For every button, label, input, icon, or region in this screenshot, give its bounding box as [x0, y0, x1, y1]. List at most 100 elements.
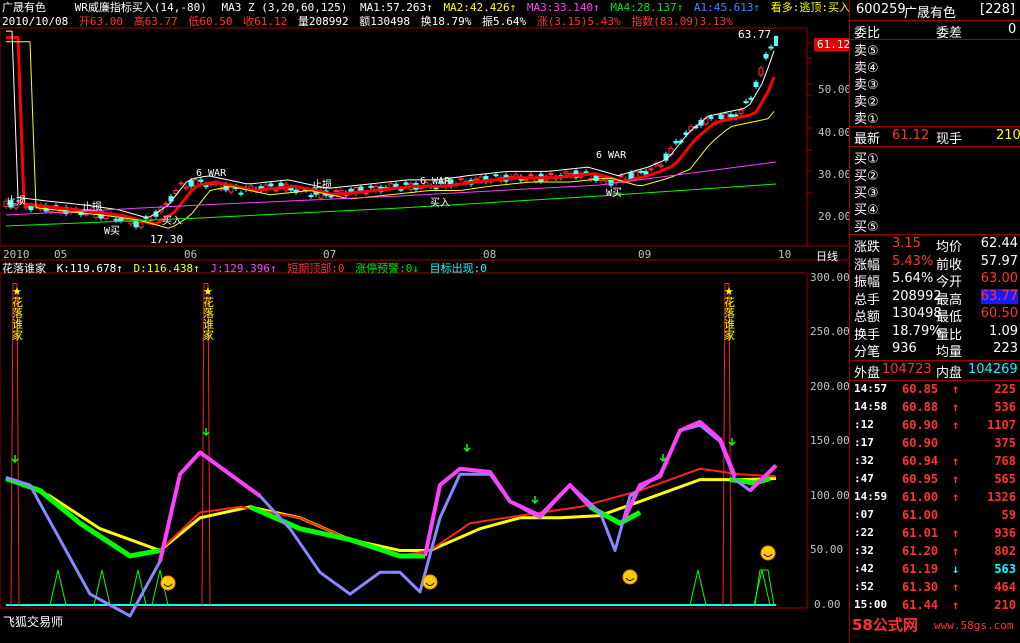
stop-loss-label: 止损: [312, 180, 332, 191]
k-value: K:119.678↑: [56, 262, 123, 275]
j-value: J:129.396↑: [210, 262, 277, 275]
d-value: D:116.438↑: [133, 262, 200, 275]
tick-volume: 802: [994, 544, 1016, 558]
candle-body: [643, 171, 649, 175]
candle-body: [368, 185, 374, 188]
tick-row: 15:00 61.44 ↑ 210: [852, 598, 1020, 615]
stat-value: 5.43%: [892, 253, 934, 269]
candle-body: [648, 168, 654, 171]
amount-value: 额130498: [359, 15, 410, 28]
stat-value: 223: [993, 341, 1018, 356]
high-value: 高63.77: [133, 15, 178, 28]
stat-label: 总额: [854, 310, 881, 325]
stat-label: 前收: [936, 257, 963, 273]
tick-row: :32 61.20 ↑ 802: [852, 544, 1020, 561]
tick-price: 61.00: [902, 490, 939, 504]
candle-body: [523, 179, 529, 182]
candle-body: [398, 188, 404, 191]
tick-direction-icon: ↑: [952, 418, 960, 432]
candle-body: [753, 81, 759, 87]
indicator-axis-label: 300.00: [810, 271, 850, 284]
month-label: 06: [184, 248, 198, 261]
now-label: 现手: [936, 132, 963, 147]
price-axis-label: 50.00: [818, 83, 852, 96]
tick-direction-icon: ↑: [952, 598, 960, 612]
candle-body: [738, 109, 744, 114]
candle-body: [328, 195, 334, 198]
buy-3-row: 买③: [852, 182, 1020, 201]
tick-direction-icon: ↑: [952, 580, 960, 594]
chart-canvas[interactable]: [0, 0, 848, 643]
stat-row: 换手 18.79% 量比 1.09: [852, 324, 1020, 343]
w-buy-label: W买: [104, 226, 121, 237]
candle-body: [188, 180, 194, 187]
software-label: 飞狐交易师: [3, 615, 64, 629]
sell-label: 卖①: [854, 112, 879, 127]
tick-volume: 565: [994, 472, 1016, 486]
tick-price: 60.90: [902, 436, 939, 450]
stat-label: 总手: [854, 292, 881, 308]
target-value: 目标出现:0: [429, 262, 487, 275]
signal-triangle: [753, 569, 771, 606]
latest-label: 最新: [854, 132, 881, 147]
tick-volume: 563: [994, 562, 1016, 576]
stat-row: 总额 130498 最低 60.50: [852, 306, 1020, 325]
tick-row: :22 61.01 ↑ 936: [852, 526, 1020, 543]
now-value: 210: [996, 128, 1020, 143]
candle-body: [113, 218, 119, 221]
tick-time: :42: [854, 562, 874, 575]
tick-price: 61.19: [902, 562, 939, 576]
stat-label: 分笔: [854, 345, 881, 360]
candle-body: [118, 218, 124, 222]
candle-body: [128, 221, 134, 225]
stat-value: 5.64%: [892, 271, 934, 286]
month-label: 07: [323, 248, 337, 261]
d-line: [5, 476, 777, 552]
candle-body: [138, 222, 144, 228]
tick-time: 14:58: [854, 400, 888, 413]
smiley-icon: [160, 575, 176, 591]
ma-params: MA3 Z (3,20,60,125): [221, 1, 348, 14]
watermark-url: www.58gs.com: [934, 619, 1014, 632]
stat-label: 今开: [936, 275, 963, 290]
sell-2-row: 卖②: [852, 91, 1020, 110]
indicator-axis-label: 100.00: [810, 489, 850, 502]
tick-row: :42 61.19 ↓ 563: [852, 562, 1020, 579]
candle-body: [338, 190, 344, 194]
stat-value: 60.50: [980, 306, 1018, 321]
tick-volume: 1326: [987, 490, 1016, 504]
indicator-axis-label: 200.00: [810, 380, 850, 393]
tick-price: 60.95: [902, 472, 939, 486]
buy-1-row: 买①: [852, 148, 1020, 167]
candle-body: [268, 183, 274, 187]
max-price-label: 63.77: [738, 28, 772, 41]
chart-area[interactable]: 广晟有色 WR威廉指标买入(14,-80) MA3 Z (3,20,60,125…: [0, 0, 890, 643]
tick-row: :07 61.00 59: [852, 508, 1020, 525]
price-info-line: 2010/10/08 开63.00 高63.77 低60.50 收61.12 量…: [2, 15, 733, 28]
stat-label: 最高: [936, 292, 963, 308]
tick-volume: 768: [994, 454, 1016, 468]
candle-body: [183, 186, 189, 189]
buy-5-row: 买⑤: [852, 216, 1020, 235]
stock-title: 广晟有色: [904, 6, 957, 21]
last-candle: [774, 36, 778, 46]
period-label[interactable]: 日线: [816, 248, 838, 264]
candle-body: [708, 116, 714, 119]
candle-body: [583, 171, 589, 174]
stat-value: 63.00: [980, 271, 1018, 286]
sell-4-row: 卖④: [852, 57, 1020, 76]
month-label: 09: [638, 248, 652, 261]
stat-label: 最低: [936, 310, 963, 325]
ma-line: [159, 467, 777, 557]
low-value: 低60.50: [188, 15, 233, 28]
month-label: 05: [54, 248, 68, 261]
indicator-title: 花落谁家: [2, 262, 46, 275]
price-axis-label: 20.00: [818, 210, 852, 223]
tick-direction-icon: ↑: [952, 382, 960, 396]
candle-body: [763, 53, 769, 59]
stat-label: 量比: [936, 327, 963, 343]
tick-direction-icon: ↑: [952, 400, 960, 414]
top-value: 短期顶部:0: [287, 262, 345, 275]
stat-row: 涨幅 5.43% 前收 57.97: [852, 253, 1020, 273]
candle-body: [83, 213, 89, 216]
